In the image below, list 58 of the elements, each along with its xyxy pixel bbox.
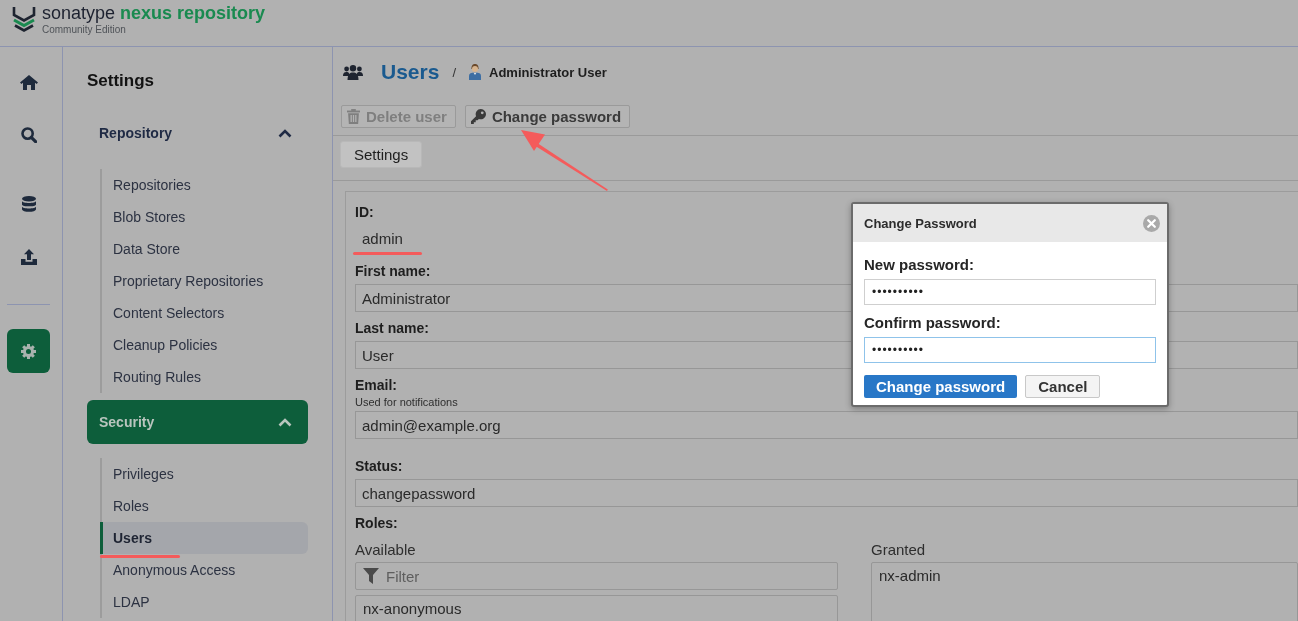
id-value: admin <box>362 230 403 247</box>
upload-icon <box>20 249 37 265</box>
sidebar-item[interactable]: Data Store <box>100 233 308 265</box>
password-field[interactable]: •••••••••• <box>864 279 1156 305</box>
product-name: nexus repository <box>120 3 266 23</box>
column-label: Available <box>355 541 416 558</box>
brand-name: sonatype <box>42 3 116 23</box>
logo-icon <box>12 6 36 32</box>
gear-icon <box>21 343 36 359</box>
home-icon <box>19 74 38 90</box>
sidebar-item[interactable]: Anonymous Access <box>100 554 308 586</box>
field-label: Last name: <box>355 320 429 337</box>
edition-label: Community Edition <box>42 24 126 35</box>
field-label: Confirm password: <box>864 314 1001 332</box>
trash-icon <box>347 109 360 124</box>
filter-field[interactable]: Filter <box>355 562 838 590</box>
users-icon <box>343 64 363 80</box>
field-label: Roles: <box>355 515 398 532</box>
sidebar-item[interactable]: Repositories <box>100 169 308 201</box>
role-item[interactable]: nx-admin <box>872 563 1297 591</box>
tab[interactable]: Settings <box>340 141 423 168</box>
sidebar-item[interactable]: Roles <box>100 490 308 522</box>
sidebar-item[interactable]: Cleanup Policies <box>100 329 308 361</box>
role-item[interactable]: nx-anonymous <box>356 596 837 621</box>
sidebar-item[interactable]: LDAP <box>100 586 308 618</box>
change-password-button[interactable]: Change password <box>464 105 631 128</box>
field-label: ID: <box>355 204 374 221</box>
field-label: Email: <box>355 377 397 394</box>
field-label: First name: <box>355 263 431 280</box>
text-field[interactable]: admin@example.org <box>355 411 1298 439</box>
sidebar-section-header[interactable]: Repository <box>87 111 308 155</box>
cancel-button[interactable]: Cancel <box>1025 375 1101 398</box>
breadcrumb-current: Administrator User <box>489 64 607 80</box>
sidebar-item[interactable]: Blob Stores <box>100 201 308 233</box>
close-icon <box>1143 214 1160 232</box>
filter-icon <box>363 568 379 584</box>
breadcrumb-separator: / <box>452 64 456 80</box>
sidebar-item[interactable]: Proprietary Repositories <box>100 265 308 297</box>
column-label: Granted <box>871 541 926 558</box>
submit-button[interactable]: Change password <box>864 375 1018 398</box>
sidebar-item[interactable]: Users <box>100 522 308 554</box>
sidebar-item[interactable]: Privileges <box>100 458 308 490</box>
sidebar-item[interactable]: Routing Rules <box>100 361 308 393</box>
search-icon <box>20 127 37 143</box>
settings-button[interactable] <box>7 329 50 373</box>
text-field[interactable]: changepassword <box>355 479 1298 507</box>
sidebar-section-header[interactable]: Security <box>87 400 308 444</box>
field-label: Status: <box>355 458 403 475</box>
password-field[interactable]: •••••••••• <box>864 337 1156 363</box>
sidebar-title: Settings <box>87 70 155 92</box>
sidebar-item[interactable]: Content Selectors <box>100 297 308 329</box>
key-icon <box>470 109 486 124</box>
field-label: New password: <box>864 256 975 274</box>
field-help-text: Used for notifications <box>355 396 458 409</box>
dialog-title: Change Password <box>864 215 977 231</box>
database-icon <box>21 196 36 212</box>
page-title: Users <box>381 60 440 84</box>
person-icon <box>469 64 481 80</box>
